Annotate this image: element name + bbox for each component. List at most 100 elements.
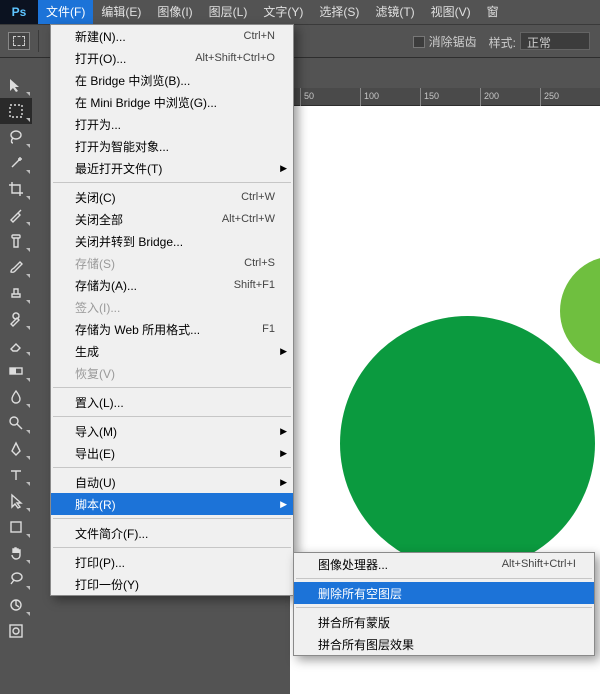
file-menu: 新建(N)...Ctrl+N打开(O)...Alt+Shift+Ctrl+O在 … xyxy=(50,24,294,596)
tool-dodge[interactable] xyxy=(0,410,32,436)
menu-item-label: 关闭(C) xyxy=(75,189,241,206)
file_menu-item[interactable]: 关闭并转到 Bridge... xyxy=(51,230,293,252)
menu-separator xyxy=(53,182,291,183)
tool-clone-stamp[interactable] xyxy=(0,280,32,306)
file_menu-item[interactable]: 在 Bridge 中浏览(B)... xyxy=(51,69,293,91)
file_menu-item[interactable]: 脚本(R) xyxy=(51,493,293,515)
ruler-tick: 50 xyxy=(304,91,314,101)
menu-item-label: 存储为 Web 所用格式... xyxy=(75,321,262,338)
file_menu-item[interactable]: 关闭(C)Ctrl+W xyxy=(51,186,293,208)
menu-window[interactable]: 窗 xyxy=(479,0,507,24)
tool-quickmask[interactable] xyxy=(0,618,32,644)
tool-gradient[interactable] xyxy=(0,358,32,384)
file_menu-item[interactable]: 最近打开文件(T) xyxy=(51,157,293,179)
menu-item-accel: Alt+Shift+Ctrl+I xyxy=(502,558,576,570)
menu-item-label: 打开(O)... xyxy=(75,50,195,67)
tool-lasso[interactable] xyxy=(0,124,32,150)
menu-item-label: 关闭全部 xyxy=(75,211,222,228)
menu-item-label: 导出(E) xyxy=(75,445,275,462)
menu-item-label: 在 Bridge 中浏览(B)... xyxy=(75,72,275,89)
tool-zoom[interactable] xyxy=(0,566,32,592)
file_menu-item[interactable]: 导入(M) xyxy=(51,420,293,442)
menu-item-accel: Alt+Shift+Ctrl+O xyxy=(195,52,275,64)
tool-eraser[interactable] xyxy=(0,332,32,358)
script_menu-item[interactable]: 删除所有空图层 xyxy=(294,582,594,604)
file_menu-item[interactable]: 存储为(A)...Shift+F1 xyxy=(51,274,293,296)
file_menu-item: 存储(S)Ctrl+S xyxy=(51,252,293,274)
menu-item-label: 关闭并转到 Bridge... xyxy=(75,233,275,250)
tool-history-brush[interactable] xyxy=(0,306,32,332)
menu-item-label: 在 Mini Bridge 中浏览(G)... xyxy=(75,94,275,111)
tool-marquee[interactable] xyxy=(0,98,32,124)
tool-hand[interactable] xyxy=(0,540,32,566)
file_menu-item[interactable]: 打印(P)... xyxy=(51,551,293,573)
menu-item-label: 最近打开文件(T) xyxy=(75,160,275,177)
menu-separator xyxy=(53,416,291,417)
menu-item-accel: Ctrl+W xyxy=(241,191,275,203)
script-submenu: 图像处理器...Alt+Shift+Ctrl+I 删除所有空图层拼合所有蒙版拼合所… xyxy=(293,552,595,656)
menu-select[interactable]: 选择(S) xyxy=(311,0,367,24)
menu-layer[interactable]: 图层(L) xyxy=(201,0,256,24)
tool-blur[interactable] xyxy=(0,384,32,410)
menu-item-label: 删除所有空图层 xyxy=(318,585,576,602)
file_menu-item[interactable]: 打开(O)...Alt+Shift+Ctrl+O xyxy=(51,47,293,69)
menu-file[interactable]: 文件(F) xyxy=(38,0,93,24)
script_menu-item[interactable]: 拼合所有蒙版 xyxy=(294,611,594,633)
tool-crop[interactable] xyxy=(0,176,32,202)
ruler-tick: 250 xyxy=(544,91,559,101)
menu-item-label: 拼合所有图层效果 xyxy=(318,636,576,653)
horizontal-ruler: 50 100 150 200 250 xyxy=(290,88,600,106)
file_menu-item: 恢复(V) xyxy=(51,362,293,384)
menu-type[interactable]: 文字(Y) xyxy=(255,0,311,24)
file_menu-item[interactable]: 在 Mini Bridge 中浏览(G)... xyxy=(51,91,293,113)
style-select[interactable]: 正常 xyxy=(520,32,590,50)
file_menu-item[interactable]: 存储为 Web 所用格式...F1 xyxy=(51,318,293,340)
tool-magic-wand[interactable] xyxy=(0,150,32,176)
menu-item-accel: Alt+Ctrl+W xyxy=(222,213,275,225)
script_menu-item[interactable]: 图像处理器...Alt+Shift+Ctrl+I xyxy=(294,553,594,575)
menu-item-label: 图像处理器... xyxy=(318,556,502,573)
menu-item-label: 打印一份(Y) xyxy=(75,576,275,593)
tool-shape[interactable] xyxy=(0,514,32,540)
file_menu-item[interactable]: 打开为智能对象... xyxy=(51,135,293,157)
ruler-tick: 150 xyxy=(424,91,439,101)
tool-type[interactable] xyxy=(0,462,32,488)
menu-separator xyxy=(53,467,291,468)
antialias-option[interactable]: 消除锯齿 xyxy=(413,33,477,50)
tool-rotate-view[interactable] xyxy=(0,592,32,618)
menu-item-label: 签入(I)... xyxy=(75,299,275,316)
file_menu-item[interactable]: 导出(E) xyxy=(51,442,293,464)
tool-path-select[interactable] xyxy=(0,488,32,514)
tool-brush[interactable] xyxy=(0,254,32,280)
tool-preset-swatch[interactable] xyxy=(8,32,30,50)
menu-filter[interactable]: 滤镜(T) xyxy=(367,0,422,24)
menu-item-label: 打印(P)... xyxy=(75,554,275,571)
menu-separator xyxy=(53,518,291,519)
file_menu-item[interactable]: 新建(N)...Ctrl+N xyxy=(51,25,293,47)
tool-pen[interactable] xyxy=(0,436,32,462)
script_menu-item[interactable]: 拼合所有图层效果 xyxy=(294,633,594,655)
menu-item-label: 恢复(V) xyxy=(75,365,275,382)
file_menu-item[interactable]: 打开为... xyxy=(51,113,293,135)
ruler-tick: 100 xyxy=(364,91,379,101)
tool-eyedropper[interactable] xyxy=(0,202,32,228)
file_menu-item[interactable]: 自动(U) xyxy=(51,471,293,493)
menu-view[interactable]: 视图(V) xyxy=(423,0,479,24)
file_menu-item[interactable]: 文件简介(F)... xyxy=(51,522,293,544)
menu-item-label: 生成 xyxy=(75,343,275,360)
menu-item-accel: Ctrl+S xyxy=(244,257,275,269)
app-logo: Ps xyxy=(0,0,38,24)
file_menu-item[interactable]: 置入(L)... xyxy=(51,391,293,413)
menu-edit[interactable]: 编辑(E) xyxy=(93,0,149,24)
toolbox xyxy=(0,72,32,644)
menu-image[interactable]: 图像(I) xyxy=(149,0,200,24)
tool-spot-heal[interactable] xyxy=(0,228,32,254)
ruler-tick: 200 xyxy=(484,91,499,101)
file_menu-item[interactable]: 打印一份(Y) xyxy=(51,573,293,595)
tool-move[interactable] xyxy=(0,72,32,98)
menu-item-label: 文件简介(F)... xyxy=(75,525,275,542)
file_menu-item[interactable]: 关闭全部Alt+Ctrl+W xyxy=(51,208,293,230)
file_menu-item[interactable]: 生成 xyxy=(51,340,293,362)
menu-separator xyxy=(53,547,291,548)
menu-separator xyxy=(296,578,592,579)
